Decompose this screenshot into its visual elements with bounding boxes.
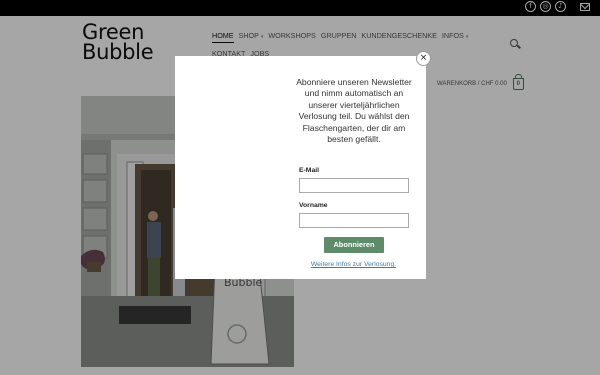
email-field[interactable] bbox=[299, 178, 409, 193]
email-label: E-Mail bbox=[299, 167, 320, 174]
more-info-link[interactable]: Weitere Infos zur Verlosung. bbox=[285, 261, 422, 268]
subscribe-button[interactable]: Abonnieren bbox=[324, 237, 384, 253]
popup-text: Abonniere unseren Newsletter und nimm au… bbox=[296, 77, 412, 145]
name-label: Vorname bbox=[299, 202, 328, 209]
first-name-field[interactable] bbox=[299, 213, 409, 228]
close-icon[interactable]: × bbox=[416, 51, 431, 66]
newsletter-popup: Abonniere unseren Newsletter und nimm au… bbox=[175, 56, 426, 279]
